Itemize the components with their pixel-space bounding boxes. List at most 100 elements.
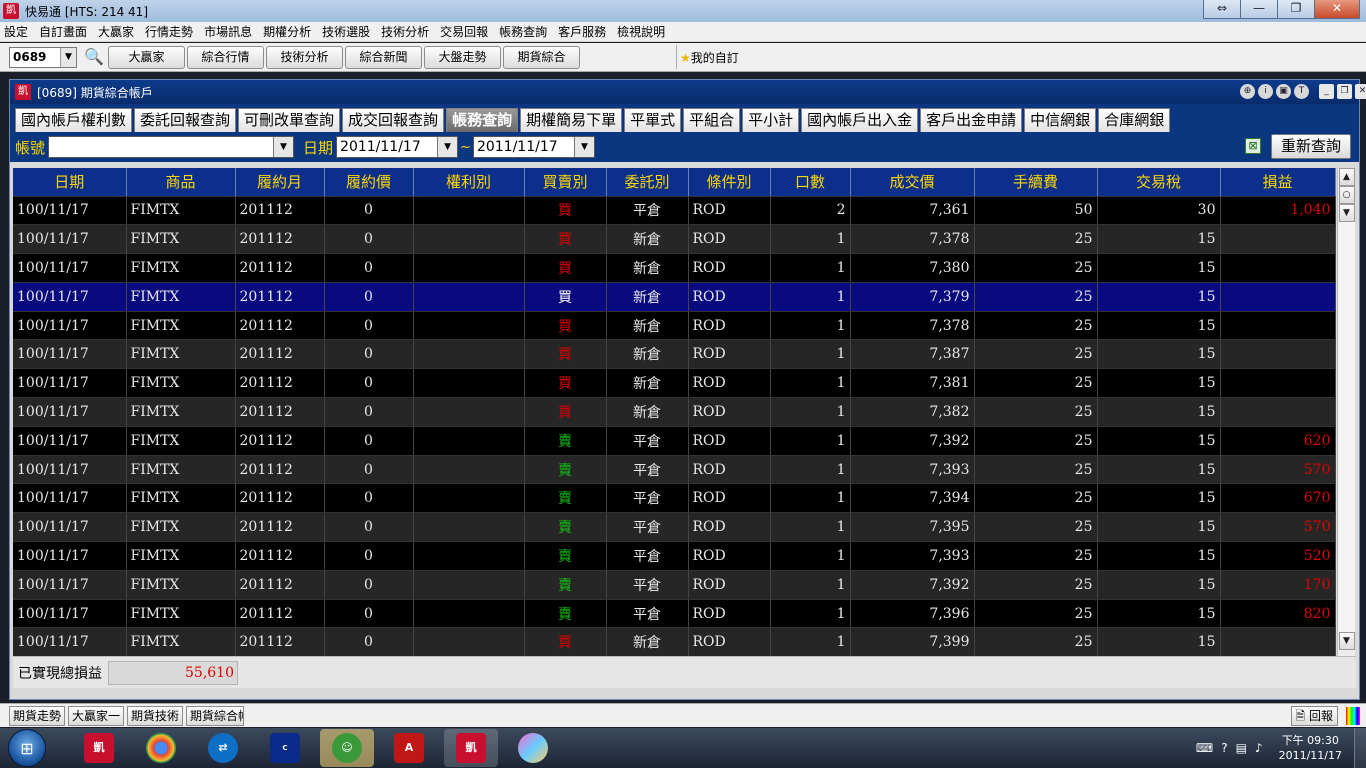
acrobat-icon[interactable]: A bbox=[382, 729, 436, 767]
tab-deposit-withdraw[interactable]: 國內帳戶出入金 bbox=[801, 108, 919, 132]
strip-winner[interactable]: 大贏家一 bbox=[68, 705, 125, 726]
strip-futures-trend[interactable]: 期貨走勢 bbox=[9, 705, 66, 726]
tab-domestic-equity[interactable]: 國內帳戶權利數 bbox=[15, 108, 133, 132]
menu-item-trade-report[interactable]: 交易回報 bbox=[440, 23, 488, 40]
menu-item-settings[interactable]: 設定 bbox=[4, 23, 28, 40]
tab-quick-order[interactable]: 期權簡易下單 bbox=[520, 108, 623, 132]
table-row[interactable]: 100/11/17 FIMTX 201112 0 買新倉 ROD 1 7,378 25 15 bbox=[13, 224, 1336, 255]
column-header[interactable]: 條件別 bbox=[688, 168, 771, 197]
favorites-link[interactable]: ★我的自訂 bbox=[680, 49, 739, 66]
tab-close-combo[interactable]: 平組合 bbox=[683, 108, 741, 132]
swap-window-button[interactable]: ⇔ bbox=[1203, 0, 1241, 19]
market-trend-button[interactable]: 大盤走勢 bbox=[424, 45, 501, 69]
table-row[interactable]: 100/11/17 FIMTX 201112 0 買平倉 ROD 2 7,361 50 30 1,0… bbox=[13, 196, 1336, 226]
excel-export-icon[interactable]: ⊠ bbox=[1245, 138, 1261, 154]
menu-item-technical-analysis[interactable]: 技術分析 bbox=[381, 23, 429, 40]
scroll-up-icon[interactable]: ▲ bbox=[1338, 168, 1355, 186]
help-icon[interactable]: ? bbox=[1221, 741, 1227, 755]
paint-icon[interactable] bbox=[506, 729, 560, 767]
menu-item-winner[interactable]: 大贏家 bbox=[98, 23, 134, 40]
inner-close-button[interactable]: ✕ bbox=[1355, 84, 1366, 99]
tab-order-report[interactable]: 委託回報查詢 bbox=[134, 108, 237, 132]
account-select[interactable]: ▼ bbox=[48, 136, 295, 158]
menu-item-options-analysis[interactable]: 期權分析 bbox=[263, 23, 311, 40]
strip-futures-account[interactable]: 期貨綜合帳戶 bbox=[186, 705, 245, 726]
tab-withdraw-request[interactable]: 客戶出金申請 bbox=[920, 108, 1023, 132]
clock[interactable]: 下午 09:30 2011/11/17 bbox=[1279, 733, 1342, 763]
network-icon[interactable]: ▤ bbox=[1236, 741, 1247, 755]
tab-fill-report[interactable]: 成交回報查詢 bbox=[342, 108, 445, 132]
column-header[interactable]: 損益 bbox=[1220, 168, 1336, 197]
volume-icon[interactable]: ♪ bbox=[1255, 741, 1263, 755]
menu-item-customer-service[interactable]: 客戶服務 bbox=[558, 23, 606, 40]
table-row[interactable]: 100/11/17 FIMTX 201112 0 買新倉 ROD 1 7,380 25 15 bbox=[13, 253, 1336, 283]
column-header[interactable]: 履約價 bbox=[324, 168, 414, 197]
messenger-icon[interactable]: ☺ bbox=[320, 729, 374, 767]
menu-item-help[interactable]: 檢視說明 bbox=[617, 23, 665, 40]
table-row[interactable]: 100/11/17 FIMTX 201112 0 賣平倉 ROD 1 7,392 25 15 170 bbox=[13, 570, 1336, 600]
chevron-down-icon[interactable]: ▼ bbox=[437, 137, 458, 157]
vertical-scrollbar[interactable]: ▲ ○ ▼ ▼ bbox=[1337, 168, 1355, 656]
color-palette-icon[interactable] bbox=[1346, 707, 1360, 725]
info-icon[interactable]: i bbox=[1258, 84, 1273, 99]
table-row[interactable]: 100/11/17 FIMTX 201112 0 賣平倉 ROD 1 7,396 25 15 820 bbox=[13, 599, 1336, 629]
start-button-icon[interactable]: ⊞ bbox=[8, 729, 46, 767]
column-header[interactable]: 委託別 bbox=[606, 168, 689, 197]
composite-news-button[interactable]: 綜合新聞 bbox=[345, 45, 422, 69]
chrome-icon[interactable] bbox=[134, 729, 188, 767]
kgi-icon[interactable]: 凱 bbox=[72, 729, 126, 767]
column-header[interactable]: 日期 bbox=[13, 168, 127, 197]
tab-close-subtotal[interactable]: 平小計 bbox=[742, 108, 800, 132]
menu-item-account-query[interactable]: 帳務查詢 bbox=[499, 23, 547, 40]
column-header[interactable]: 成交價 bbox=[850, 168, 975, 197]
report-button[interactable]: 🗎 回報 bbox=[1290, 706, 1338, 726]
chevron-down-icon[interactable]: ▼ bbox=[60, 47, 76, 67]
column-header[interactable]: 買賣別 bbox=[524, 168, 607, 197]
tab-close-single[interactable]: 平單式 bbox=[624, 108, 682, 132]
inner-minimize-button[interactable]: _ bbox=[1319, 84, 1334, 99]
scroll-track[interactable] bbox=[1338, 222, 1355, 632]
text-icon[interactable]: T bbox=[1294, 84, 1309, 99]
scroll-down-page-icon[interactable]: ▼ bbox=[1338, 204, 1355, 222]
table-row[interactable]: 100/11/17 FIMTX 201112 0 買新倉 ROD 1 7,387 25 15 bbox=[13, 339, 1336, 370]
chevron-down-icon[interactable]: ▼ bbox=[573, 137, 594, 157]
link-icon[interactable]: ⊕ bbox=[1240, 84, 1255, 99]
table-row[interactable]: 100/11/17 FIMTX 201112 0 買新倉 ROD 1 7,379 25 15 bbox=[13, 282, 1336, 312]
column-header[interactable]: 手續費 bbox=[974, 168, 1098, 197]
column-header[interactable]: 權利別 bbox=[413, 168, 525, 197]
column-header[interactable]: 交易稅 bbox=[1097, 168, 1221, 197]
table-row[interactable]: 100/11/17 FIMTX 201112 0 賣平倉 ROD 1 7,394 25 15 670 bbox=[13, 483, 1336, 514]
table-row[interactable]: 100/11/17 FIMTX 201112 0 買新倉 ROD 1 7,381 25 15 bbox=[13, 368, 1336, 399]
strip-futures-technical[interactable]: 期貨技術 bbox=[127, 705, 184, 726]
search-icon[interactable]: 🔍 bbox=[82, 46, 106, 68]
tab-tcb-bank[interactable]: 合庫網銀 bbox=[1098, 108, 1171, 132]
teamviewer-icon[interactable]: ⇄ bbox=[196, 729, 250, 767]
keyboard-icon[interactable]: ⌨ bbox=[1196, 741, 1213, 755]
inner-restore-button[interactable]: ❐ bbox=[1337, 84, 1352, 99]
print-icon[interactable]: ▣ bbox=[1276, 84, 1291, 99]
stock-code-combo[interactable]: 0689 ▼ bbox=[9, 46, 77, 68]
scroll-thumb-icon[interactable]: ○ bbox=[1338, 186, 1355, 204]
table-row[interactable]: 100/11/17 FIMTX 201112 0 賣平倉 ROD 1 7,393 25 15 520 bbox=[13, 541, 1336, 571]
column-header[interactable]: 口數 bbox=[770, 168, 851, 197]
tab-modifiable-orders[interactable]: 可刪改單查詢 bbox=[238, 108, 341, 132]
futures-composite-button[interactable]: 期貨綜合 bbox=[503, 45, 580, 69]
table-row[interactable]: 100/11/17 FIMTX 201112 0 賣平倉 ROD 1 7,395 25 15 570 bbox=[13, 512, 1336, 543]
table-row[interactable]: 100/11/17 FIMTX 201112 0 買新倉 ROD 1 7,378 25 15 bbox=[13, 311, 1336, 341]
table-row[interactable]: 100/11/17 FIMTX 201112 0 買新倉 ROD 1 7,399 25 15 bbox=[13, 627, 1336, 658]
winner-button[interactable]: 大贏家 bbox=[108, 45, 185, 69]
date-from-picker[interactable]: 2011/11/17 ▼ bbox=[336, 136, 459, 158]
technical-analysis-button[interactable]: 技術分析 bbox=[266, 45, 343, 69]
chevron-down-icon[interactable]: ▼ bbox=[273, 137, 294, 157]
tab-ctbc-bank[interactable]: 中信網銀 bbox=[1024, 108, 1097, 132]
table-row[interactable]: 100/11/17 FIMTX 201112 0 賣平倉 ROD 1 7,393 25 15 570 bbox=[13, 455, 1336, 485]
column-header[interactable]: 商品 bbox=[126, 168, 236, 197]
minimize-button[interactable]: — bbox=[1240, 0, 1278, 19]
table-row[interactable]: 100/11/17 FIMTX 201112 0 買新倉 ROD 1 7,382 25 15 bbox=[13, 397, 1336, 427]
menu-item-quotes[interactable]: 行情走勢 bbox=[145, 23, 193, 40]
close-button[interactable]: ✕ bbox=[1314, 0, 1360, 19]
kgi-icon[interactable]: 凱 bbox=[444, 729, 498, 767]
concord-icon[interactable]: C bbox=[258, 729, 312, 767]
menu-item-custom-screen[interactable]: 自訂畫面 bbox=[39, 23, 87, 40]
maximize-button[interactable]: ❐ bbox=[1277, 0, 1315, 19]
